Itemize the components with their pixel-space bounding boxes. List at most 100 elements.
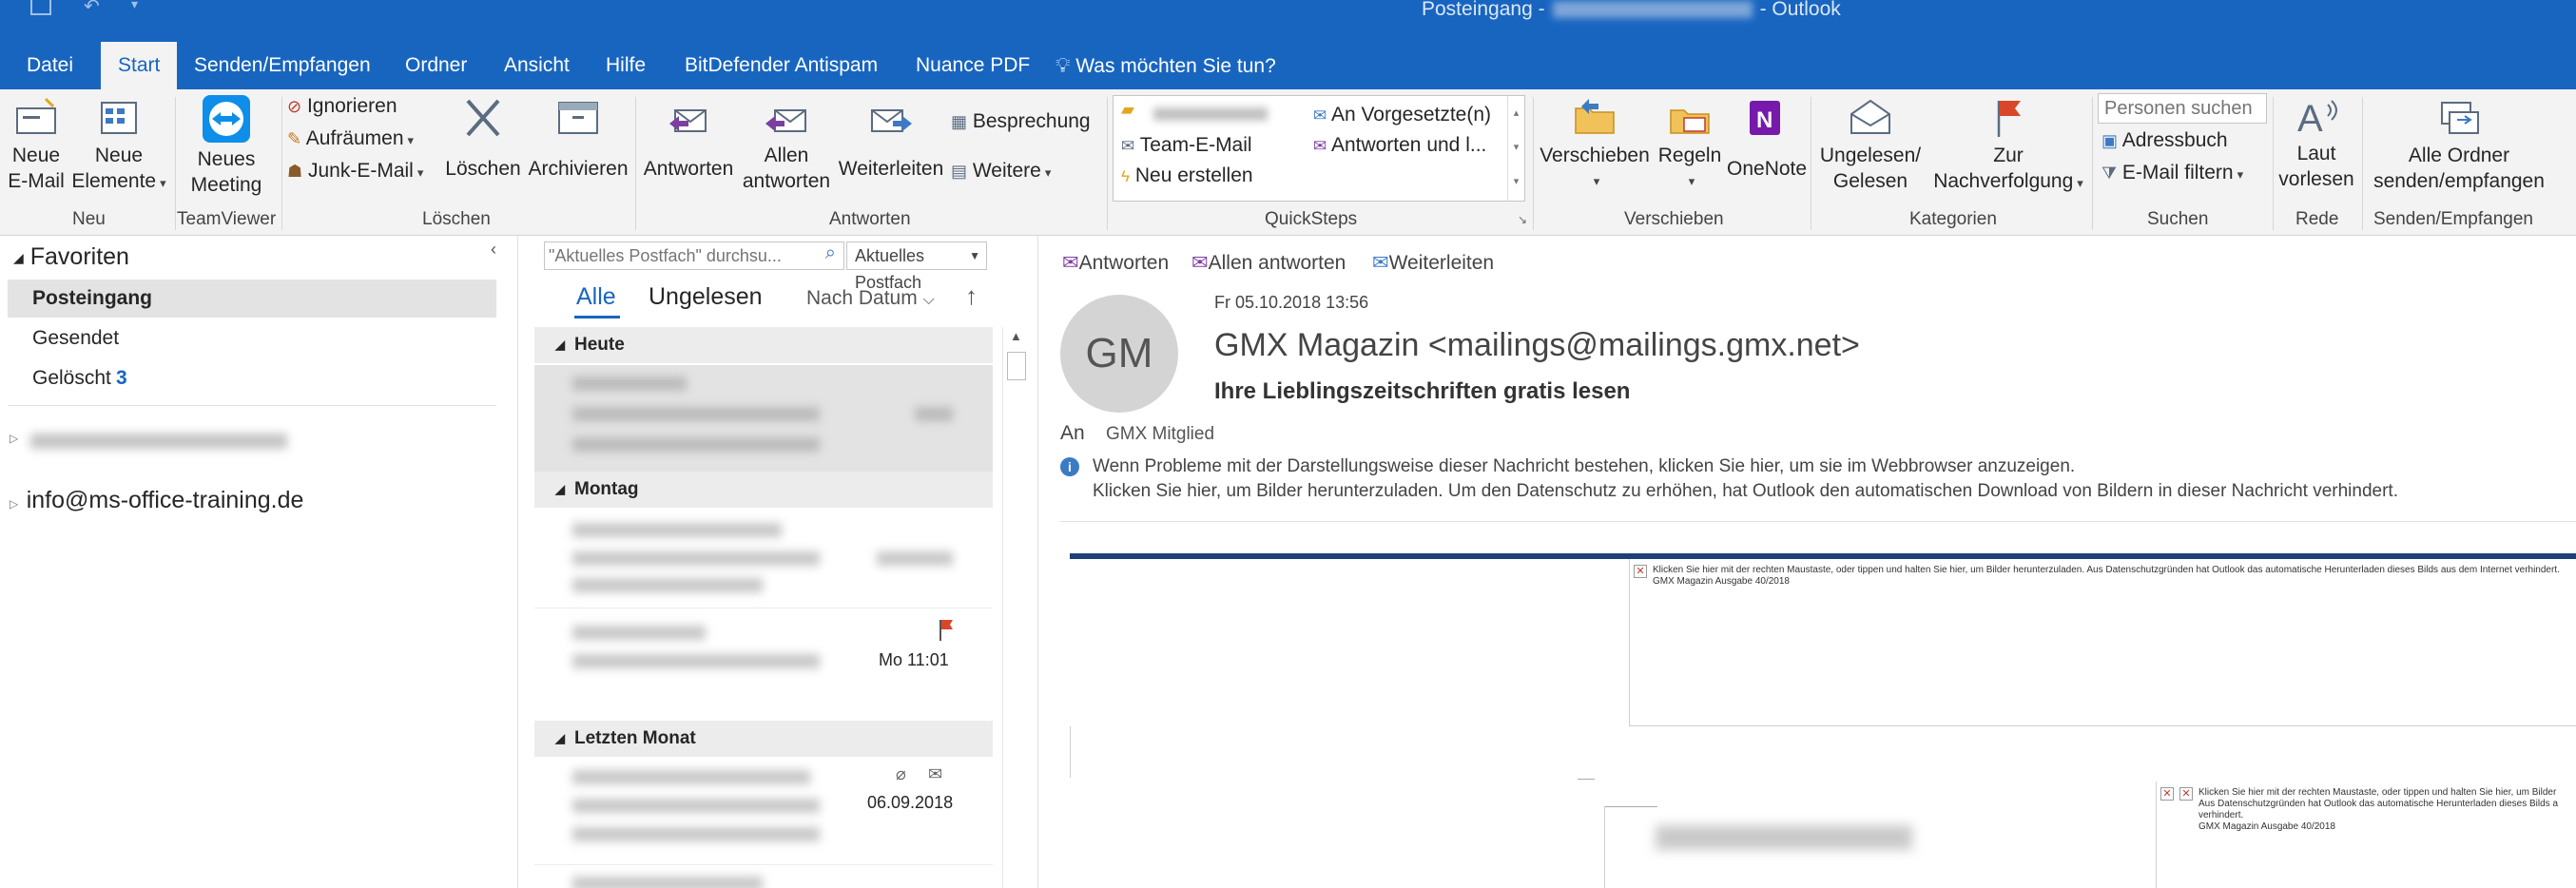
favorites-header[interactable]: ◢ Favoriten xyxy=(13,243,129,271)
reply-icon xyxy=(669,109,707,132)
sidebar-item-geloescht[interactable]: Gelöscht 3 xyxy=(8,359,496,397)
redacted-time xyxy=(915,407,953,421)
tab-nuance-pdf[interactable]: Nuance PDF xyxy=(916,42,1030,89)
collapse-triangle-icon: ◢ xyxy=(555,482,565,496)
search-icon[interactable]: ⌕ xyxy=(825,242,836,264)
filter-all-tab[interactable]: Alle xyxy=(576,283,616,311)
list-item[interactable]: ⌀ ✉ 06.09.2018 xyxy=(534,759,993,865)
quick-access-dropdown-icon[interactable]: ▾ xyxy=(131,0,138,12)
sidebar-item-gesendet[interactable]: Gesendet xyxy=(8,319,496,357)
scroll-up-icon[interactable]: ▲ xyxy=(1010,329,1022,343)
ignore-button[interactable]: ⊘ Ignorieren xyxy=(287,95,397,118)
onenote-button[interactable]: N OneNote xyxy=(1727,97,1807,182)
send-receive-icon xyxy=(2441,102,2479,134)
meeting-button[interactable]: ▦ Besprechung xyxy=(951,110,1091,133)
tab-ordner[interactable]: Ordner xyxy=(405,42,467,89)
group-header-last-month[interactable]: ◢ Letzten Monat xyxy=(534,721,993,757)
calendar-icon: ▦ xyxy=(951,112,968,131)
junk-button[interactable]: ☗ Junk-E-Mail ▾ xyxy=(287,160,423,183)
list-item[interactable] xyxy=(534,510,993,608)
reading-reply-all-button[interactable]: ✉Allen antworten xyxy=(1191,251,1346,275)
tab-senden-empfangen[interactable]: Senden/Empfangen xyxy=(194,42,371,89)
unread-count-badge: 3 xyxy=(116,367,127,389)
group-label-suchen: Suchen xyxy=(2147,209,2209,229)
save-icon[interactable] xyxy=(30,0,51,15)
sender-name[interactable]: GMX Magazin <mailings@mailings.gmx.net> xyxy=(1214,327,1860,364)
search-input[interactable] xyxy=(549,244,805,267)
sort-dropdown[interactable]: Nach Datum ⌵ xyxy=(806,287,935,310)
window-title: Posteingang - - Outlook xyxy=(1422,0,1841,21)
cleanup-button[interactable]: ✎ Aufräumen ▾ xyxy=(287,127,414,150)
group-label-senden: Senden/Empfangen xyxy=(2373,209,2533,229)
new-items-button[interactable]: Neue Elemente ▾ xyxy=(67,97,171,196)
delete-label: Löschen xyxy=(445,158,521,180)
sidebar-item-posteingang[interactable]: Posteingang xyxy=(8,280,496,318)
quickstep-team-email[interactable]: ✉ Team-E-Mail xyxy=(1121,134,1252,157)
quicksteps-scroll[interactable]: ▴ ▾ ▾ xyxy=(1507,96,1524,201)
new-email-button[interactable]: Neue E-Mail xyxy=(8,97,65,194)
info-bar-browser[interactable]: Wenn Probleme mit der Darstellungsweise … xyxy=(1093,456,2075,477)
send-receive-all-button[interactable]: Alle Ordner senden/empfangen xyxy=(2366,97,2552,194)
move-button[interactable]: Verschieben ▾ xyxy=(1539,97,1651,194)
new-meeting-button[interactable]: Neues Meeting xyxy=(179,93,274,198)
group-header-monday[interactable]: ◢ Montag xyxy=(534,472,993,508)
group-header-today[interactable]: ◢ Heute xyxy=(534,327,993,363)
filter-email-button[interactable]: ⧩ E-Mail filtern ▾ xyxy=(2101,162,2243,184)
reply-all-button[interactable]: Allen antworten xyxy=(742,97,831,194)
recipient[interactable]: GMX Mitglied xyxy=(1106,424,1214,445)
follow-up-button[interactable]: Zur Nachverfolgung ▾ xyxy=(1928,97,2088,196)
collapse-pane-icon[interactable]: ‹ xyxy=(491,240,496,260)
archive-button[interactable]: Archivieren xyxy=(525,97,631,182)
tab-hilfe[interactable]: Hilfe xyxy=(606,42,646,89)
blocked-image-frame[interactable]: ✕ Klicken Sie hier mit der rechten Maust… xyxy=(1629,559,2576,726)
read-aloud-button[interactable]: A Laut vorlesen xyxy=(2276,95,2356,192)
ribbon-tabs: Datei Start Senden/Empfangen Ordner Ansi… xyxy=(0,42,2576,89)
people-search-input[interactable] xyxy=(2098,93,2267,124)
tell-me-box[interactable]: 💡︎ Was möchten Sie tun? xyxy=(1056,42,1276,89)
undo-icon[interactable]: ↶ xyxy=(84,0,100,18)
list-item[interactable] xyxy=(534,365,993,472)
reading-forward-button[interactable]: ✉Weiterleiten xyxy=(1372,251,1494,275)
account-redacted-row[interactable]: ▷ xyxy=(10,426,295,454)
quickstep-reply-delete[interactable]: ✉ Antworten und l... xyxy=(1313,134,1486,157)
unread-read-button[interactable]: Ungelesen/ Gelesen xyxy=(1814,97,1927,194)
redacted-sender xyxy=(572,770,810,784)
tab-bitdefender[interactable]: BitDefender Antispam xyxy=(685,42,878,89)
sort-direction-arrow-icon[interactable]: ↑ xyxy=(965,281,978,311)
more-respond-button[interactable]: ▤ Weitere ▾ xyxy=(951,160,1051,183)
follow-up-flag-icon[interactable] xyxy=(938,618,957,641)
chevron-down-icon: ▾ xyxy=(2077,176,2083,190)
info-bar-images[interactable]: Klicken Sie hier, um Bilder herunterzula… xyxy=(1093,481,2398,502)
tab-start[interactable]: Start xyxy=(101,42,178,89)
account-row[interactable]: ▷ info@ms-office-training.de xyxy=(10,487,303,514)
reading-reply-button[interactable]: ✉Antworten xyxy=(1062,251,1169,275)
tab-datei[interactable]: Datei xyxy=(27,42,73,89)
filter-unread-tab[interactable]: Ungelesen xyxy=(649,283,763,311)
blocked-image-frame-2[interactable]: ✕ ✕ Klicken Sie hier mit der rechten Mau… xyxy=(2156,782,2576,888)
archive-icon xyxy=(558,102,598,134)
rules-button[interactable]: Regeln ▾ xyxy=(1655,97,1725,194)
search-box[interactable]: ⌕ xyxy=(544,241,844,270)
ribbon-separator xyxy=(1533,97,1534,230)
tab-ansicht[interactable]: Ansicht xyxy=(504,42,570,89)
delete-button[interactable]: Löschen xyxy=(445,97,521,182)
lightbulb-icon: 💡︎ xyxy=(1056,53,1071,77)
quickstep-to-manager[interactable]: ✉ An Vorgesetzte(n) xyxy=(1313,104,1491,126)
dialog-launcher-icon[interactable]: ↘ xyxy=(1518,213,1527,226)
forward-button[interactable]: Weiterleiten xyxy=(835,97,947,182)
group-label-verschieben: Verschieben xyxy=(1624,209,1724,229)
list-scrollbar[interactable]: ▲ xyxy=(1002,327,1029,888)
folder-pane: ◢ Favoriten ‹ Posteingang Gesendet Gelös… xyxy=(0,236,518,888)
chevron-down-icon: ▾ xyxy=(1688,174,1695,188)
reply-button[interactable]: Antworten xyxy=(639,97,738,182)
new-items-label-1: Neue xyxy=(94,145,144,166)
cleanup-label: Aufräumen xyxy=(305,127,404,149)
addressbook-button[interactable]: ▣ Adressbuch xyxy=(2101,129,2228,152)
list-item[interactable]: Mo 11:01 xyxy=(534,608,993,711)
quickstep-create-new[interactable]: ϟ Neu erstellen xyxy=(1121,164,1253,187)
scope-dropdown[interactable]: Aktuelles Postfach ▼ xyxy=(846,241,987,292)
list-item[interactable] xyxy=(534,869,993,888)
scroll-thumb[interactable] xyxy=(1007,352,1026,380)
avatar[interactable]: GM xyxy=(1060,295,1178,413)
quickstep-redacted[interactable]: ▰ xyxy=(1121,100,1273,126)
